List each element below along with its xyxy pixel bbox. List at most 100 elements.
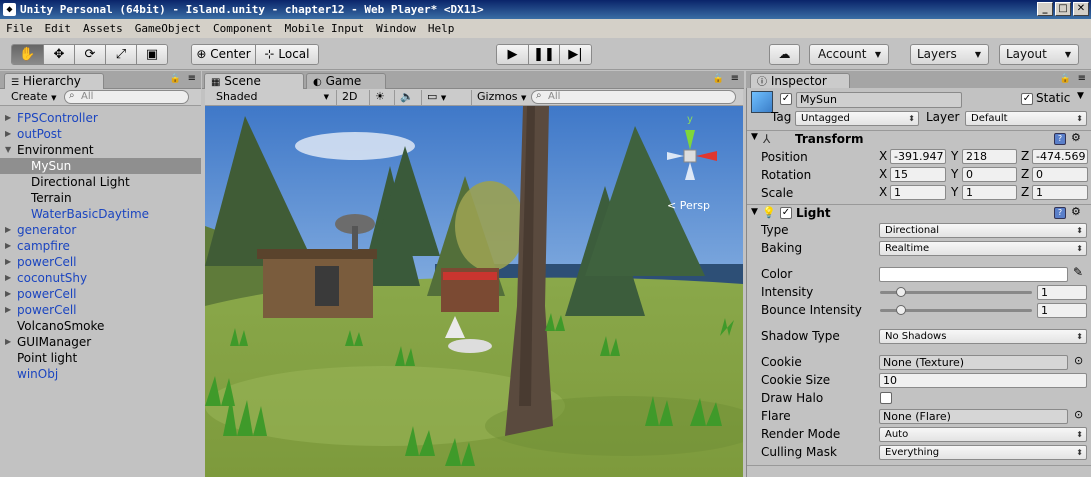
tree-item[interactable]: ▶ powerCell [0,302,201,318]
layout-dropdown[interactable]: Layout ▼ [999,44,1079,65]
scale-z-field[interactable]: 1 [1032,185,1088,200]
persp-label[interactable]: < Persp [667,199,710,212]
gizmos-dropdown[interactable]: Gizmos ▼ [471,90,531,105]
light-fold-icon[interactable]: ▼ [751,207,758,217]
culling-mask-dropdown[interactable]: Everything [879,445,1087,460]
menu-file[interactable]: File [6,19,33,38]
account-dropdown[interactable]: Account ▼ [809,44,889,65]
tag-dropdown[interactable]: Untagged [795,111,919,126]
tree-item[interactable]: ▶ FPSController [0,110,201,126]
lock-icon[interactable]: 🔒 [1060,74,1071,84]
help-book-icon[interactable]: ? [1054,133,1066,145]
eyedropper-icon[interactable]: ✎ [1073,265,1083,279]
menu-component[interactable]: Component [213,19,273,38]
menu-help[interactable]: Help [428,19,455,38]
position-y-field[interactable]: 218 [962,149,1017,164]
panel-menu-icon[interactable]: ≡ [731,73,739,84]
position-x-field[interactable]: -391.947 [890,149,946,164]
tree-item[interactable]: ▶ GUIManager [0,334,201,350]
cookie-size-field[interactable]: 10 [879,373,1087,388]
scene-viewport[interactable]: y < Persp [205,106,743,477]
expand-arrow-icon[interactable]: ▶ [5,302,11,318]
object-name-field[interactable]: MySun [796,92,962,108]
intensity-field[interactable]: 1 [1037,285,1087,300]
tree-item[interactable]: ▶ coconutShy [0,270,201,286]
menu-assets[interactable]: Assets [83,19,123,38]
flare-field[interactable]: None (Flare) [879,409,1068,424]
rotate-tool-icon[interactable]: ⟳ [75,45,106,64]
scale-y-field[interactable]: 1 [962,185,1017,200]
expand-arrow-icon[interactable]: ▶ [5,334,11,350]
tab-hierarchy[interactable]: ☰ Hierarchy [4,73,104,89]
tab-scene[interactable]: ▦ Scene [204,73,304,89]
tree-item-selected[interactable]: MySun [0,158,201,174]
position-z-field[interactable]: -474.569 [1032,149,1088,164]
play-icon[interactable]: ▶ [497,45,529,64]
tree-item[interactable]: ▶ powerCell [0,254,201,270]
cookie-field[interactable]: None (Texture) [879,355,1068,370]
menu-edit[interactable]: Edit [45,19,72,38]
tree-item[interactable]: WaterBasicDaytime [0,206,201,222]
tree-item[interactable]: Directional Light [0,174,201,190]
static-checkbox[interactable]: ✓ [1021,93,1033,105]
transform-fold-icon[interactable]: ▼ [751,132,758,142]
expand-arrow-icon[interactable]: ▶ [5,270,11,286]
lock-icon[interactable]: 🔒 [170,74,181,84]
bounce-intensity-field[interactable]: 1 [1037,303,1087,318]
tree-item[interactable]: ▶ generator [0,222,201,238]
scale-x-field[interactable]: 1 [890,185,946,200]
effects-toggle-icon[interactable]: ▭ ▼ [421,90,451,105]
tab-game[interactable]: ◐ Game [306,73,386,89]
light-enabled-checkbox[interactable]: ✓ [780,207,792,219]
layer-dropdown[interactable]: Default [965,111,1087,126]
object-picker-icon[interactable]: ⊙ [1074,354,1083,367]
menu-mobile-input[interactable]: Mobile Input [285,19,364,38]
tree-item[interactable]: ▶ powerCell [0,286,201,302]
minimize-button[interactable]: _ [1037,2,1053,16]
tab-inspector[interactable]: ⓘ Inspector [750,73,850,89]
create-dropdown[interactable]: Create ▼ [6,90,61,105]
tree-item[interactable]: winObj [0,366,201,382]
light-type-dropdown[interactable]: Directional [879,223,1087,238]
rotation-y-field[interactable]: 0 [962,167,1017,182]
pivot-local-button[interactable]: ⊹ Local [256,45,318,64]
help-book-icon[interactable]: ? [1054,207,1066,219]
hierarchy-search-input[interactable]: ⌕ All [64,90,189,104]
expand-arrow-icon[interactable]: ▶ [5,286,11,302]
close-button[interactable]: ✕ [1073,2,1089,16]
rotation-z-field[interactable]: 0 [1032,167,1088,182]
tree-item[interactable]: Point light [0,350,201,366]
settings-gear-icon[interactable]: ⚙ [1071,205,1081,218]
tree-item[interactable]: ▶ outPost [0,126,201,142]
expand-arrow-icon[interactable]: ▶ [5,110,11,126]
menu-gameobject[interactable]: GameObject [135,19,201,38]
rotation-x-field[interactable]: 15 [890,167,946,182]
intensity-slider-knob[interactable] [896,287,907,297]
lock-icon[interactable]: 🔒 [713,74,724,84]
expand-arrow-icon[interactable]: ▶ [5,238,11,254]
step-icon[interactable]: ▶| [560,45,591,64]
scene-search-input[interactable]: ⌕ All [531,90,736,104]
audio-toggle-icon[interactable]: 🔈 [394,90,419,105]
lighting-toggle-icon[interactable]: ☀ [369,90,390,105]
pause-icon[interactable]: ❚❚ [529,45,560,64]
render-mode-dropdown[interactable]: Auto [879,427,1087,442]
pivot-center-button[interactable]: ⊕ Center [192,45,256,64]
cloud-icon[interactable]: ☁ [769,44,800,65]
object-picker-icon[interactable]: ⊙ [1074,408,1083,421]
layers-dropdown[interactable]: Layers ▼ [910,44,989,65]
scale-tool-icon[interactable]: ⤢ [106,45,137,64]
settings-gear-icon[interactable]: ⚙ [1071,131,1081,144]
move-tool-icon[interactable]: ✥ [44,45,75,64]
tree-item[interactable]: Terrain [0,190,201,206]
panel-menu-icon[interactable]: ≡ [1078,73,1086,84]
rect-tool-icon[interactable]: ▣ [137,45,167,64]
panel-menu-icon[interactable]: ≡ [188,73,196,84]
static-dropdown-arrow-icon[interactable]: ▼ [1077,91,1084,101]
expand-arrow-icon[interactable]: ▶ [5,126,11,142]
active-checkbox[interactable]: ✓ [780,93,792,105]
menu-window[interactable]: Window [376,19,416,38]
hand-tool-icon[interactable]: ✋ [12,45,44,64]
expand-arrow-icon[interactable]: ▶ [5,254,11,270]
tree-item[interactable]: VolcanoSmoke [0,318,201,334]
